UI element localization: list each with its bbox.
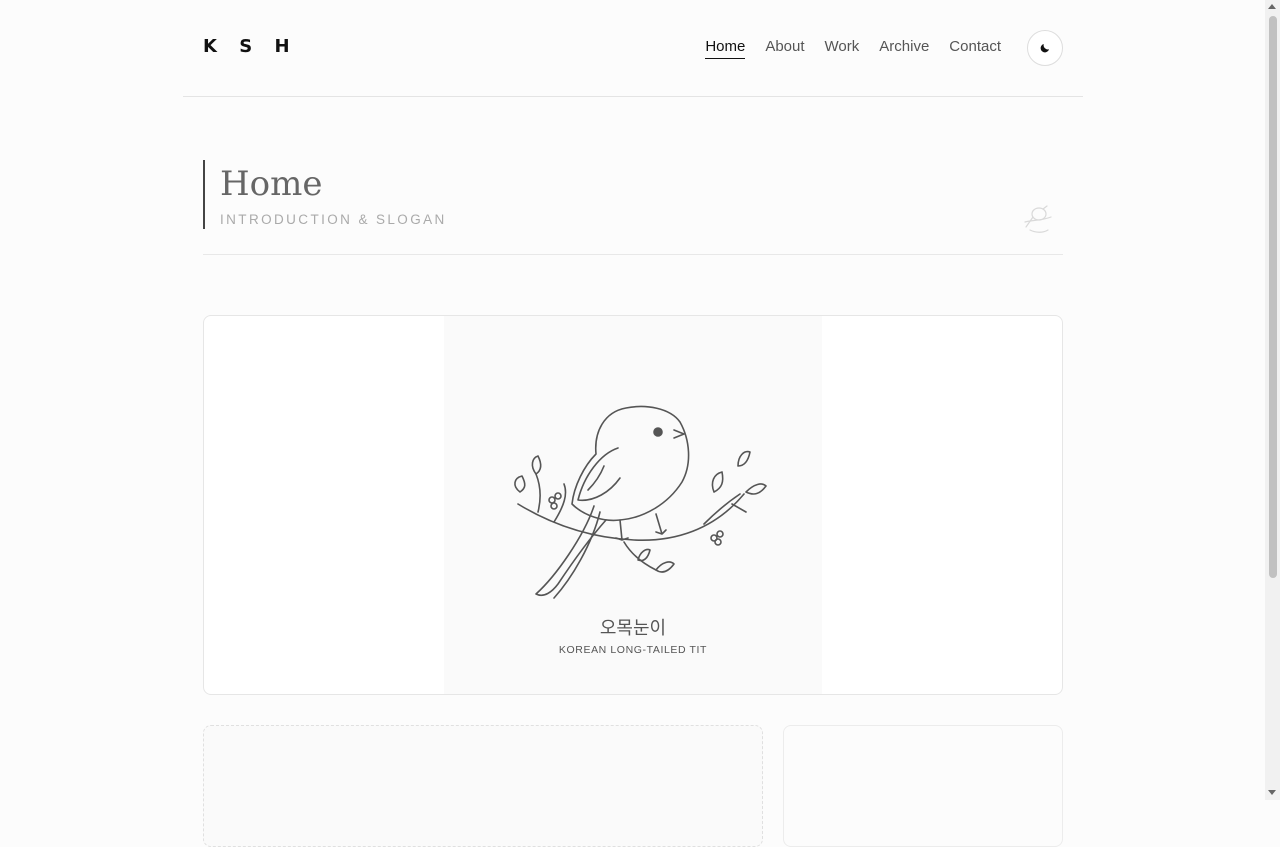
- nav-item-contact[interactable]: Contact: [949, 38, 1001, 59]
- vertical-scrollbar[interactable]: [1265, 0, 1280, 800]
- page-container: K S H Home About Work Archive Contact Ho…: [183, 0, 1083, 847]
- bird-name-english: KOREAN LONG-TAILED TIT: [558, 644, 708, 656]
- page-title: Home: [220, 164, 323, 204]
- page-heading: Home INTRODUCTION & SLOGAN: [203, 160, 1063, 255]
- hero-illustration-panel: 오목눈이 KOREAN LONG-TAILED TIT: [444, 316, 822, 694]
- moon-icon: [1040, 44, 1049, 53]
- brand-logo[interactable]: K S H: [203, 36, 298, 57]
- scroll-down-icon[interactable]: [1268, 790, 1276, 795]
- theme-toggle-button[interactable]: [1027, 30, 1063, 66]
- page-subtitle: INTRODUCTION & SLOGAN: [220, 212, 447, 227]
- nav-item-work[interactable]: Work: [825, 38, 860, 59]
- bird-on-branch-illustration: [514, 405, 767, 599]
- content-card-primary: [203, 725, 763, 847]
- nav-item-archive[interactable]: Archive: [879, 38, 929, 59]
- bird-name-korean: 오목눈이: [599, 618, 667, 639]
- bird-emblem-icon: [1024, 205, 1052, 233]
- content-card-secondary: [783, 725, 1063, 847]
- site-header: K S H Home About Work Archive Contact: [183, 0, 1083, 97]
- scrollbar-thumb[interactable]: [1269, 16, 1277, 578]
- main-nav: Home About Work Archive Contact: [705, 38, 1001, 59]
- nav-item-about[interactable]: About: [765, 38, 804, 59]
- title-accent-bar: [203, 160, 205, 229]
- hero-card: 오목눈이 KOREAN LONG-TAILED TIT: [203, 315, 1063, 695]
- scroll-up-icon[interactable]: [1268, 4, 1276, 9]
- nav-item-home[interactable]: Home: [705, 38, 746, 59]
